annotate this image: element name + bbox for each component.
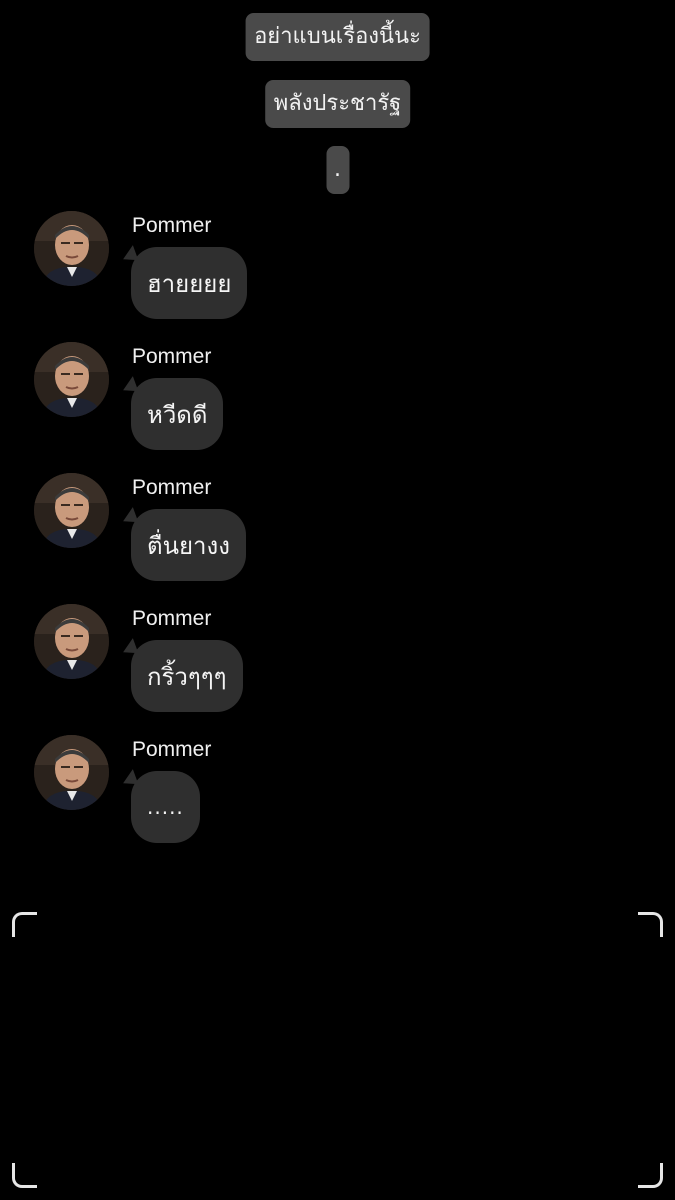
profile-photo-icon	[34, 473, 109, 548]
frame-corner-bottom-right	[638, 1163, 663, 1188]
profile-photo-icon	[34, 211, 109, 286]
message-bubble[interactable]: ฮายยยย	[131, 247, 248, 319]
chat-message: Pommer .....	[0, 735, 675, 855]
sender-name: Pommer	[132, 607, 212, 630]
chat-message: Pommer หวีดดี	[0, 342, 675, 462]
message-bubble[interactable]: กริ้วๆๆๆ	[131, 640, 243, 712]
avatar[interactable]	[34, 604, 109, 679]
chat-message: Pommer ฮายยยย	[0, 211, 675, 331]
chat-message: Pommer กริ้วๆๆๆ	[0, 604, 675, 724]
avatar[interactable]	[34, 735, 109, 810]
system-message-pill: พลังประชารัฐ	[264, 80, 411, 128]
sender-name: Pommer	[132, 345, 212, 368]
frame-corner-bottom-left	[12, 1163, 37, 1188]
message-bubble[interactable]: ตื่นยางง	[131, 509, 246, 581]
avatar[interactable]	[34, 473, 109, 548]
sender-name: Pommer	[132, 738, 212, 761]
frame-corner-top-left	[12, 912, 37, 937]
profile-photo-icon	[34, 342, 109, 417]
message-bubble[interactable]: .....	[131, 771, 200, 843]
message-bubble[interactable]: หวีดดี	[131, 378, 224, 450]
frame-corner-top-right	[638, 912, 663, 937]
system-message-pill: อย่าแบนเรื่องนี้นะ	[245, 13, 430, 61]
system-message-pill: .	[326, 146, 349, 194]
profile-photo-icon	[34, 735, 109, 810]
sender-name: Pommer	[132, 214, 212, 237]
profile-photo-icon	[34, 604, 109, 679]
avatar[interactable]	[34, 342, 109, 417]
avatar[interactable]	[34, 211, 109, 286]
sender-name: Pommer	[132, 476, 212, 499]
chat-message: Pommer ตื่นยางง	[0, 473, 675, 593]
